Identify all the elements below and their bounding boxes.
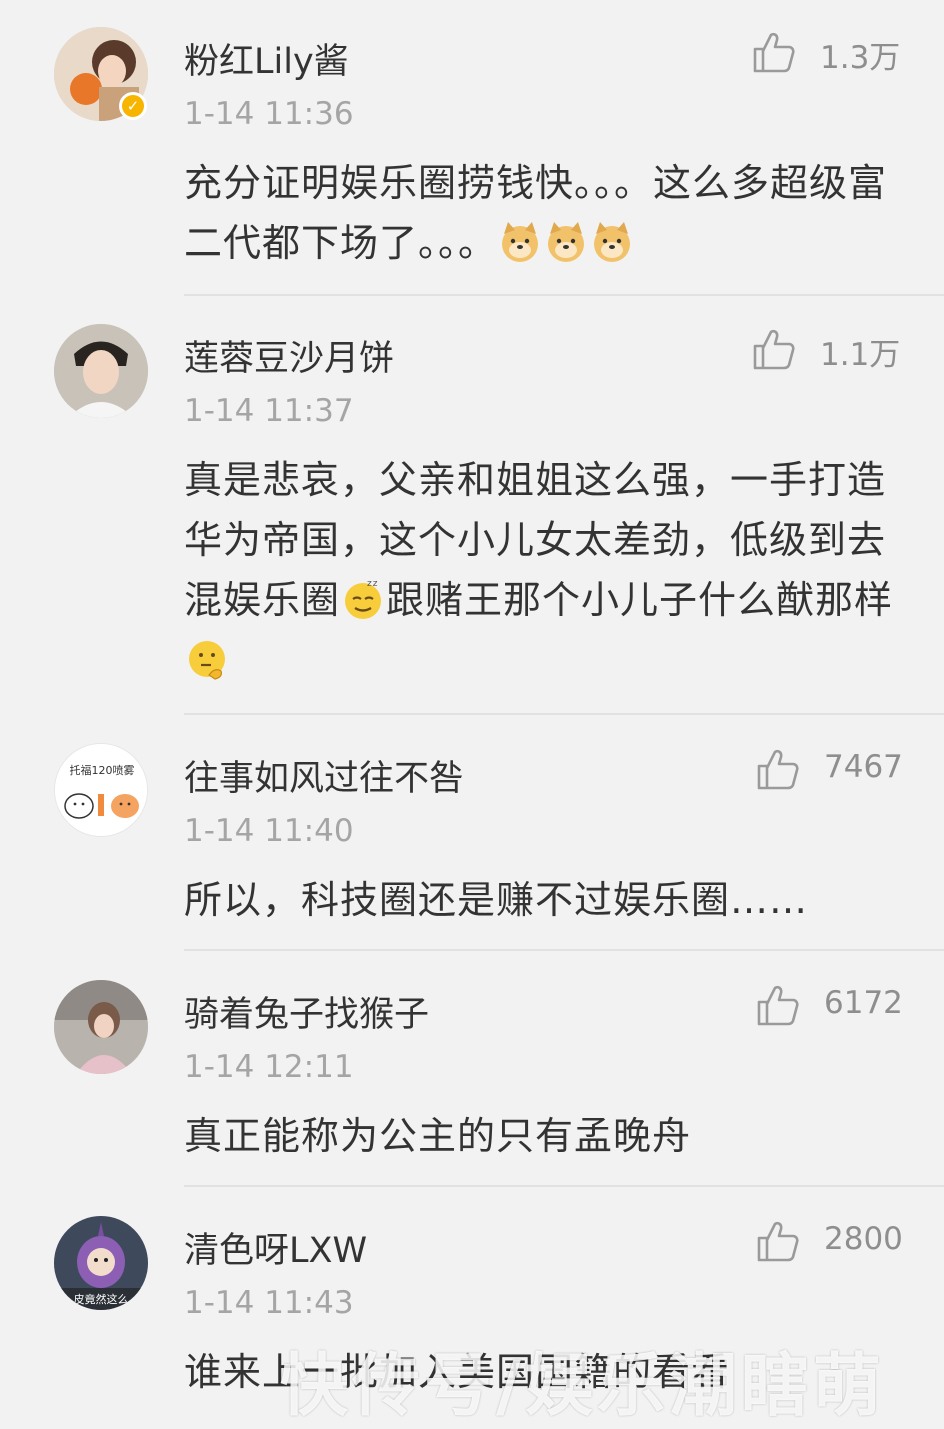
like-button[interactable]: 2800	[756, 1217, 906, 1267]
verified-badge-icon: ✓	[119, 92, 147, 120]
timestamp: 1-14 12:11	[184, 1049, 354, 1085]
like-count: 1.1万	[820, 337, 901, 373]
timestamp: 1-14 11:36	[184, 96, 354, 132]
avatar[interactable]: 托福120喷雾	[54, 743, 148, 837]
divider	[184, 713, 944, 715]
username[interactable]: 粉红Lily酱	[184, 33, 349, 84]
doge-emoji-icon	[502, 222, 539, 262]
thumbs-up-icon	[757, 749, 799, 790]
divider	[184, 949, 944, 951]
like-count: 6172	[824, 985, 903, 1021]
like-button[interactable]: 6172	[756, 981, 906, 1031]
like-button[interactable]: 1.3万	[752, 28, 902, 78]
svg-text:皮竟然这么: 皮竟然这么	[74, 1292, 129, 1306]
comment-text: 真正能称为公主的只有孟晚舟	[184, 1114, 692, 1158]
timestamp: 1-14 11:37	[184, 393, 354, 429]
username[interactable]: 莲蓉豆沙月饼	[184, 330, 394, 381]
svg-text:托福120喷雾: 托福120喷雾	[70, 763, 135, 777]
sleepy-emoji-icon: zz	[345, 579, 382, 619]
avatar[interactable]	[54, 980, 148, 1074]
svg-text:zz: zz	[367, 579, 378, 589]
like-button[interactable]: 1.1万	[752, 325, 902, 375]
divider	[184, 294, 944, 296]
divider	[184, 1185, 944, 1187]
like-count: 1.3万	[820, 40, 901, 76]
doge-emoji-icon	[548, 222, 585, 262]
like-count: 2800	[824, 1221, 903, 1257]
username[interactable]: 清色呀LXW	[184, 1222, 367, 1273]
thinking-emoji-icon	[189, 641, 225, 680]
username[interactable]: 骑着兔子找猴子	[184, 986, 429, 1037]
thumbs-up-icon	[757, 1221, 799, 1262]
comment-text: 所以，科技圈还是赚不过娱乐圈……	[184, 878, 809, 922]
doge-emoji-icon	[594, 222, 631, 262]
thumbs-up-icon	[753, 329, 795, 370]
avatar[interactable]	[54, 324, 148, 418]
like-button[interactable]: 7467	[756, 745, 906, 795]
like-count: 7467	[824, 749, 903, 785]
avatar[interactable]: 皮竟然这么	[54, 1216, 148, 1310]
comment-text: 充分证明娱乐圈捞钱快。。。这么多超级富二代都下场了。。。	[184, 161, 888, 265]
thumbs-up-icon	[753, 32, 795, 73]
timestamp: 1-14 11:40	[184, 813, 354, 849]
watermark: 快传号/娱乐潮瞎萌	[280, 1347, 885, 1426]
username[interactable]: 往事如风过往不咎	[184, 750, 464, 801]
timestamp: 1-14 11:43	[184, 1285, 354, 1321]
thumbs-up-icon	[757, 985, 799, 1026]
comment-text: 真是悲哀，父亲和姐姐这么强，一手打造华为帝国，这个小儿女太差劲，低级到去混娱乐圈…	[184, 450, 904, 690]
